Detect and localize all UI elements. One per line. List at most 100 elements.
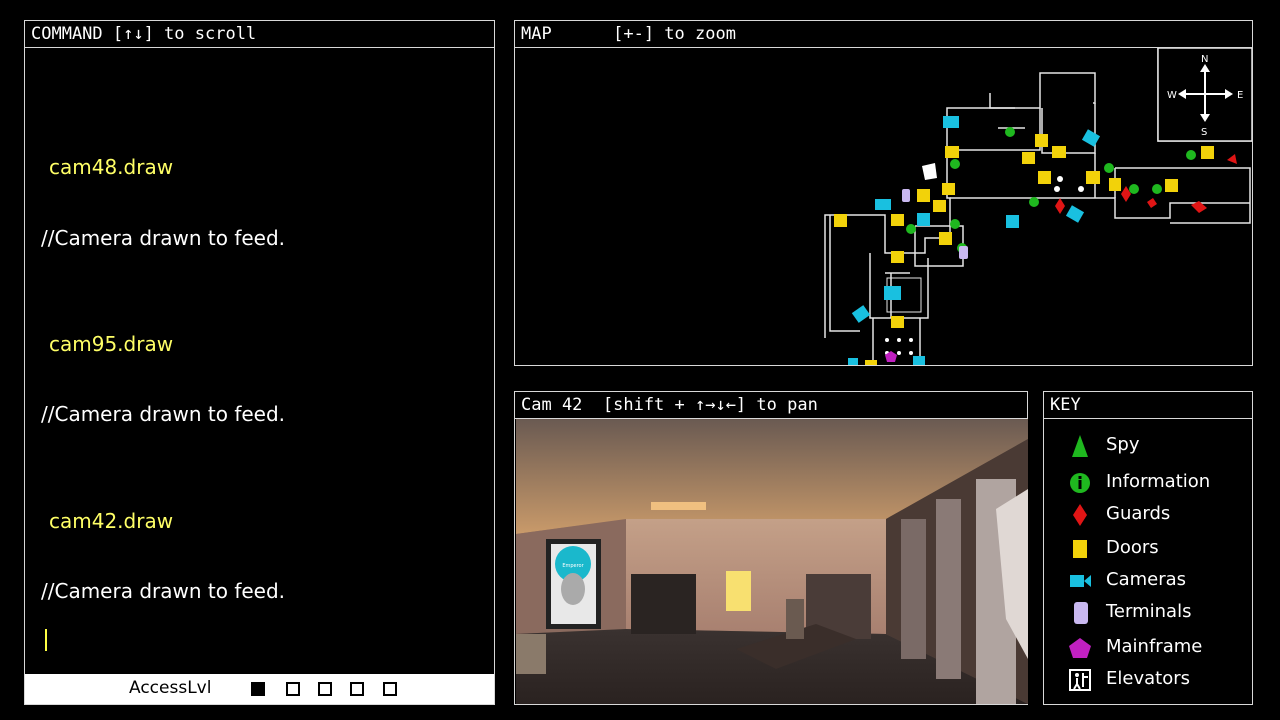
key-label: Guards [1106, 503, 1171, 524]
camera-marker [848, 358, 858, 365]
key-item-guards: Guards [1044, 501, 1254, 529]
spy-marker [1057, 176, 1063, 182]
door-marker [933, 200, 946, 212]
key-label: Mainframe [1106, 636, 1203, 657]
camera-marker [1081, 129, 1101, 147]
door-marker [939, 232, 952, 245]
information-marker [1005, 127, 1015, 137]
elevator-dot [897, 351, 901, 355]
ceiling-lamp [651, 502, 706, 510]
key-item-terminals: Terminals [1044, 599, 1254, 627]
guard-marker [1227, 154, 1237, 164]
key-label: Doors [1106, 537, 1159, 558]
door-marker [942, 183, 955, 195]
compass-e: E [1237, 90, 1243, 101]
lamp [726, 571, 751, 611]
camera-marker [917, 213, 930, 226]
command-input-cursor[interactable] [45, 629, 47, 651]
door-marker [1022, 152, 1035, 164]
camera-marker [875, 199, 891, 210]
command-panel[interactable]: COMMAND [↑↓] to scroll cam48.draw //Came… [24, 20, 495, 705]
guard-marker [1055, 198, 1065, 214]
terminal-marker [902, 189, 910, 202]
information-marker [950, 219, 960, 229]
door-marker [834, 214, 847, 227]
command-line: cam95.draw [49, 332, 174, 356]
access-level-box [318, 682, 332, 696]
elevator-dot [909, 351, 913, 355]
terminal-marker [959, 246, 968, 259]
command-line: //Camera drawn to feed. [41, 226, 286, 250]
cabinet [631, 574, 696, 634]
door-marker [917, 189, 930, 202]
information-marker [950, 159, 960, 169]
command-line: cam48.draw [49, 155, 174, 179]
camera-marker [943, 116, 959, 128]
information-marker [1104, 163, 1114, 173]
key-item-doors: Doors [1044, 535, 1254, 563]
door-marker [891, 251, 904, 263]
door-marker [1086, 171, 1100, 184]
key-label: Cameras [1106, 569, 1187, 590]
access-level-box [350, 682, 364, 696]
command-line: cam42.draw [49, 509, 174, 533]
command-line: //Camera drawn to feed. [41, 579, 286, 603]
map-title: MAP [+-] to zoom [515, 21, 1252, 48]
access-level-label: AccessLvl [129, 678, 212, 698]
camera-marker [913, 356, 925, 365]
key-label: Terminals [1106, 601, 1192, 622]
camera-icon [1070, 575, 1091, 587]
elevator-dot [909, 338, 913, 342]
access-level-bar: AccessLvl [25, 674, 494, 704]
map-panel[interactable]: MAP [+-] to zoom N S W E [514, 20, 1253, 366]
key-item-elevators: Elevators [1044, 666, 1254, 694]
facility-map[interactable]: N S W E [515, 48, 1252, 365]
camera-feed-panel[interactable]: Cam 42 [shift + ↑→↓←] to pan Emperor [514, 391, 1028, 705]
spy-marker [1078, 186, 1084, 192]
door-marker [945, 146, 959, 158]
key-panel: KEY Spy Information Guards Doors Cameras… [1043, 391, 1253, 705]
elevator-dot [897, 338, 901, 342]
information-marker [1186, 150, 1196, 160]
access-level-box [383, 682, 397, 696]
terminal-icon [1074, 602, 1088, 624]
poster-text: Emperor [562, 563, 584, 569]
door-marker [1035, 134, 1048, 147]
elevator-dot [885, 338, 889, 342]
door-marker [891, 316, 904, 328]
compass: N S W E [1157, 48, 1252, 142]
spy-marker [1054, 186, 1060, 192]
door-marker [865, 360, 877, 365]
information-marker [1129, 184, 1139, 194]
spy-icon [1072, 435, 1088, 457]
information-icon [1070, 473, 1090, 493]
camera-feed-view[interactable]: Emperor [516, 419, 1028, 704]
camera-marker [1006, 215, 1019, 228]
key-label: Information [1106, 471, 1211, 492]
command-line: //Camera drawn to feed. [41, 402, 286, 426]
compass-n: N [1201, 54, 1208, 65]
information-marker [1152, 184, 1162, 194]
chair [786, 599, 804, 639]
information-marker [906, 224, 916, 234]
camera-marker [851, 305, 871, 323]
door-icon [1073, 540, 1087, 558]
guard-marker [1147, 198, 1157, 208]
key-label: Spy [1106, 434, 1140, 455]
door-marker [1165, 179, 1178, 192]
compass-s: S [1201, 127, 1207, 138]
note-marker [922, 163, 937, 180]
key-item-cameras: Cameras [1044, 567, 1254, 595]
guard-icon [1073, 504, 1087, 526]
information-marker [1029, 197, 1039, 207]
door-marker [1109, 178, 1121, 191]
key-title: KEY [1044, 392, 1252, 419]
camera-title: Cam 42 [shift + ↑→↓←] to pan [515, 392, 1027, 419]
mainframe-icon [1069, 638, 1091, 658]
key-item-spy: Spy [1044, 432, 1254, 460]
key-label: Elevators [1106, 668, 1190, 689]
access-level-box [251, 682, 265, 696]
key-item-information: Information [1044, 469, 1254, 497]
camera-marker [1065, 205, 1085, 223]
door-marker [1201, 146, 1214, 159]
